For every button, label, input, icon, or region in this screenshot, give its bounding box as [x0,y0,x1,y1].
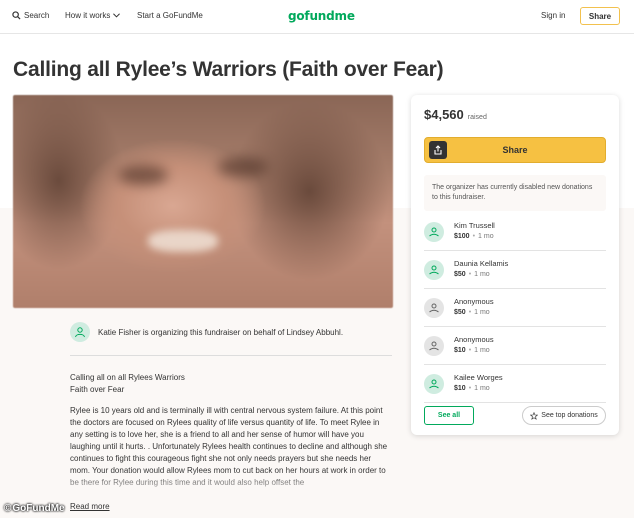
donor-hand-icon [429,227,439,237]
donor-meta: $10 • 1 mo [454,385,490,392]
donor-amount: $100 [454,233,470,240]
story-fade [70,470,392,500]
donor-avatar [424,374,444,394]
see-top-label: See top donations [541,412,598,419]
raised-label: raised [467,114,487,121]
donor-item: Kim Trussell $100 • 1 mo [424,213,606,251]
chevron-down-icon [113,13,121,18]
see-top-donations-button[interactable]: See top donations [522,406,606,425]
organizer-text: Katie Fisher is organizing this fundrais… [98,327,344,337]
donor-meta: $50 • 1 mo [454,309,490,316]
story-heading: Calling all on all Rylees Warriors Faith… [70,372,392,396]
donor-name: Anonymous [454,335,494,344]
donor-item: Anonymous $50 • 1 mo [424,289,606,327]
donor-hand-icon [429,303,439,313]
gofundme-logo[interactable]: gofundme [288,9,355,23]
share-button-label: Share [502,145,528,155]
donor-name: Kailee Worges [454,373,503,382]
donor-avatar [424,222,444,242]
donor-hand-icon [429,265,439,275]
dot-separator: • [472,233,476,240]
search-label: Search [24,11,50,20]
raised-summary: $4,560 raised [424,107,487,122]
donor-item: Daunia Kellamis $50 • 1 mo [424,251,606,289]
copyright-icon: © [4,503,12,514]
raised-amount: $4,560 [424,107,464,122]
star-icon [530,411,539,420]
dot-separator: • [468,347,472,354]
see-all-button[interactable]: See all [424,406,474,425]
donor-hand-icon [429,379,439,389]
donor-meta: $100 • 1 mo [454,233,494,240]
organizer-row: Katie Fisher is organizing this fundrais… [70,322,343,342]
top-nav: Search How it works Start a GoFundMe gof… [0,0,634,34]
signin-link[interactable]: Sign in [541,11,565,20]
donor-time: 1 mo [474,309,490,316]
search-icon [12,11,21,20]
donor-meta: $50 • 1 mo [454,271,490,278]
read-more-link[interactable]: Read more [70,502,110,511]
donor-amount: $50 [454,271,466,278]
donor-meta: $10 • 1 mo [454,347,490,354]
campaign-photo[interactable] [13,95,393,308]
donor-time: 1 mo [474,385,490,392]
donor-amount: $10 [454,347,466,354]
watermark: © GoFundMe [4,503,65,514]
how-it-works-label: How it works [65,11,111,20]
donations-disabled-notice: The organizer has currently disabled new… [424,175,606,211]
donor-time: 1 mo [478,233,494,240]
user-icon [75,327,85,338]
how-it-works-menu[interactable]: How it works [65,11,121,20]
story-line-2: Faith over Fear [70,385,125,394]
donor-name: Anonymous [454,297,494,306]
dot-separator: • [468,271,472,278]
share-button[interactable]: Share [424,137,606,163]
donor-item: Anonymous $10 • 1 mo [424,327,606,365]
donor-name: Daunia Kellamis [454,259,509,268]
story-line-1: Calling all on all Rylees Warriors [70,373,185,382]
donor-item: Kailee Worges $10 • 1 mo [424,365,606,403]
watermark-text: GoFundMe [12,503,65,514]
divider [70,355,392,356]
donor-time: 1 mo [474,347,490,354]
donor-amount: $10 [454,385,466,392]
donor-hand-icon [429,341,439,351]
campaign-title: Calling all Rylee’s Warriors (Faith over… [13,58,444,81]
dot-separator: • [468,309,472,316]
donor-avatar [424,336,444,356]
dot-separator: • [468,385,472,392]
start-gofundme-link[interactable]: Start a GoFundMe [137,11,203,20]
organizer-avatar [70,322,90,342]
donation-card: $4,560 raised Share The organizer has cu… [411,95,619,435]
search-link[interactable]: Search [12,11,49,20]
donor-amount: $50 [454,309,466,316]
donor-avatar [424,260,444,280]
donor-avatar [424,298,444,318]
header-share-button[interactable]: Share [580,7,620,25]
donor-name: Kim Trussell [454,221,495,230]
donor-time: 1 mo [474,271,490,278]
